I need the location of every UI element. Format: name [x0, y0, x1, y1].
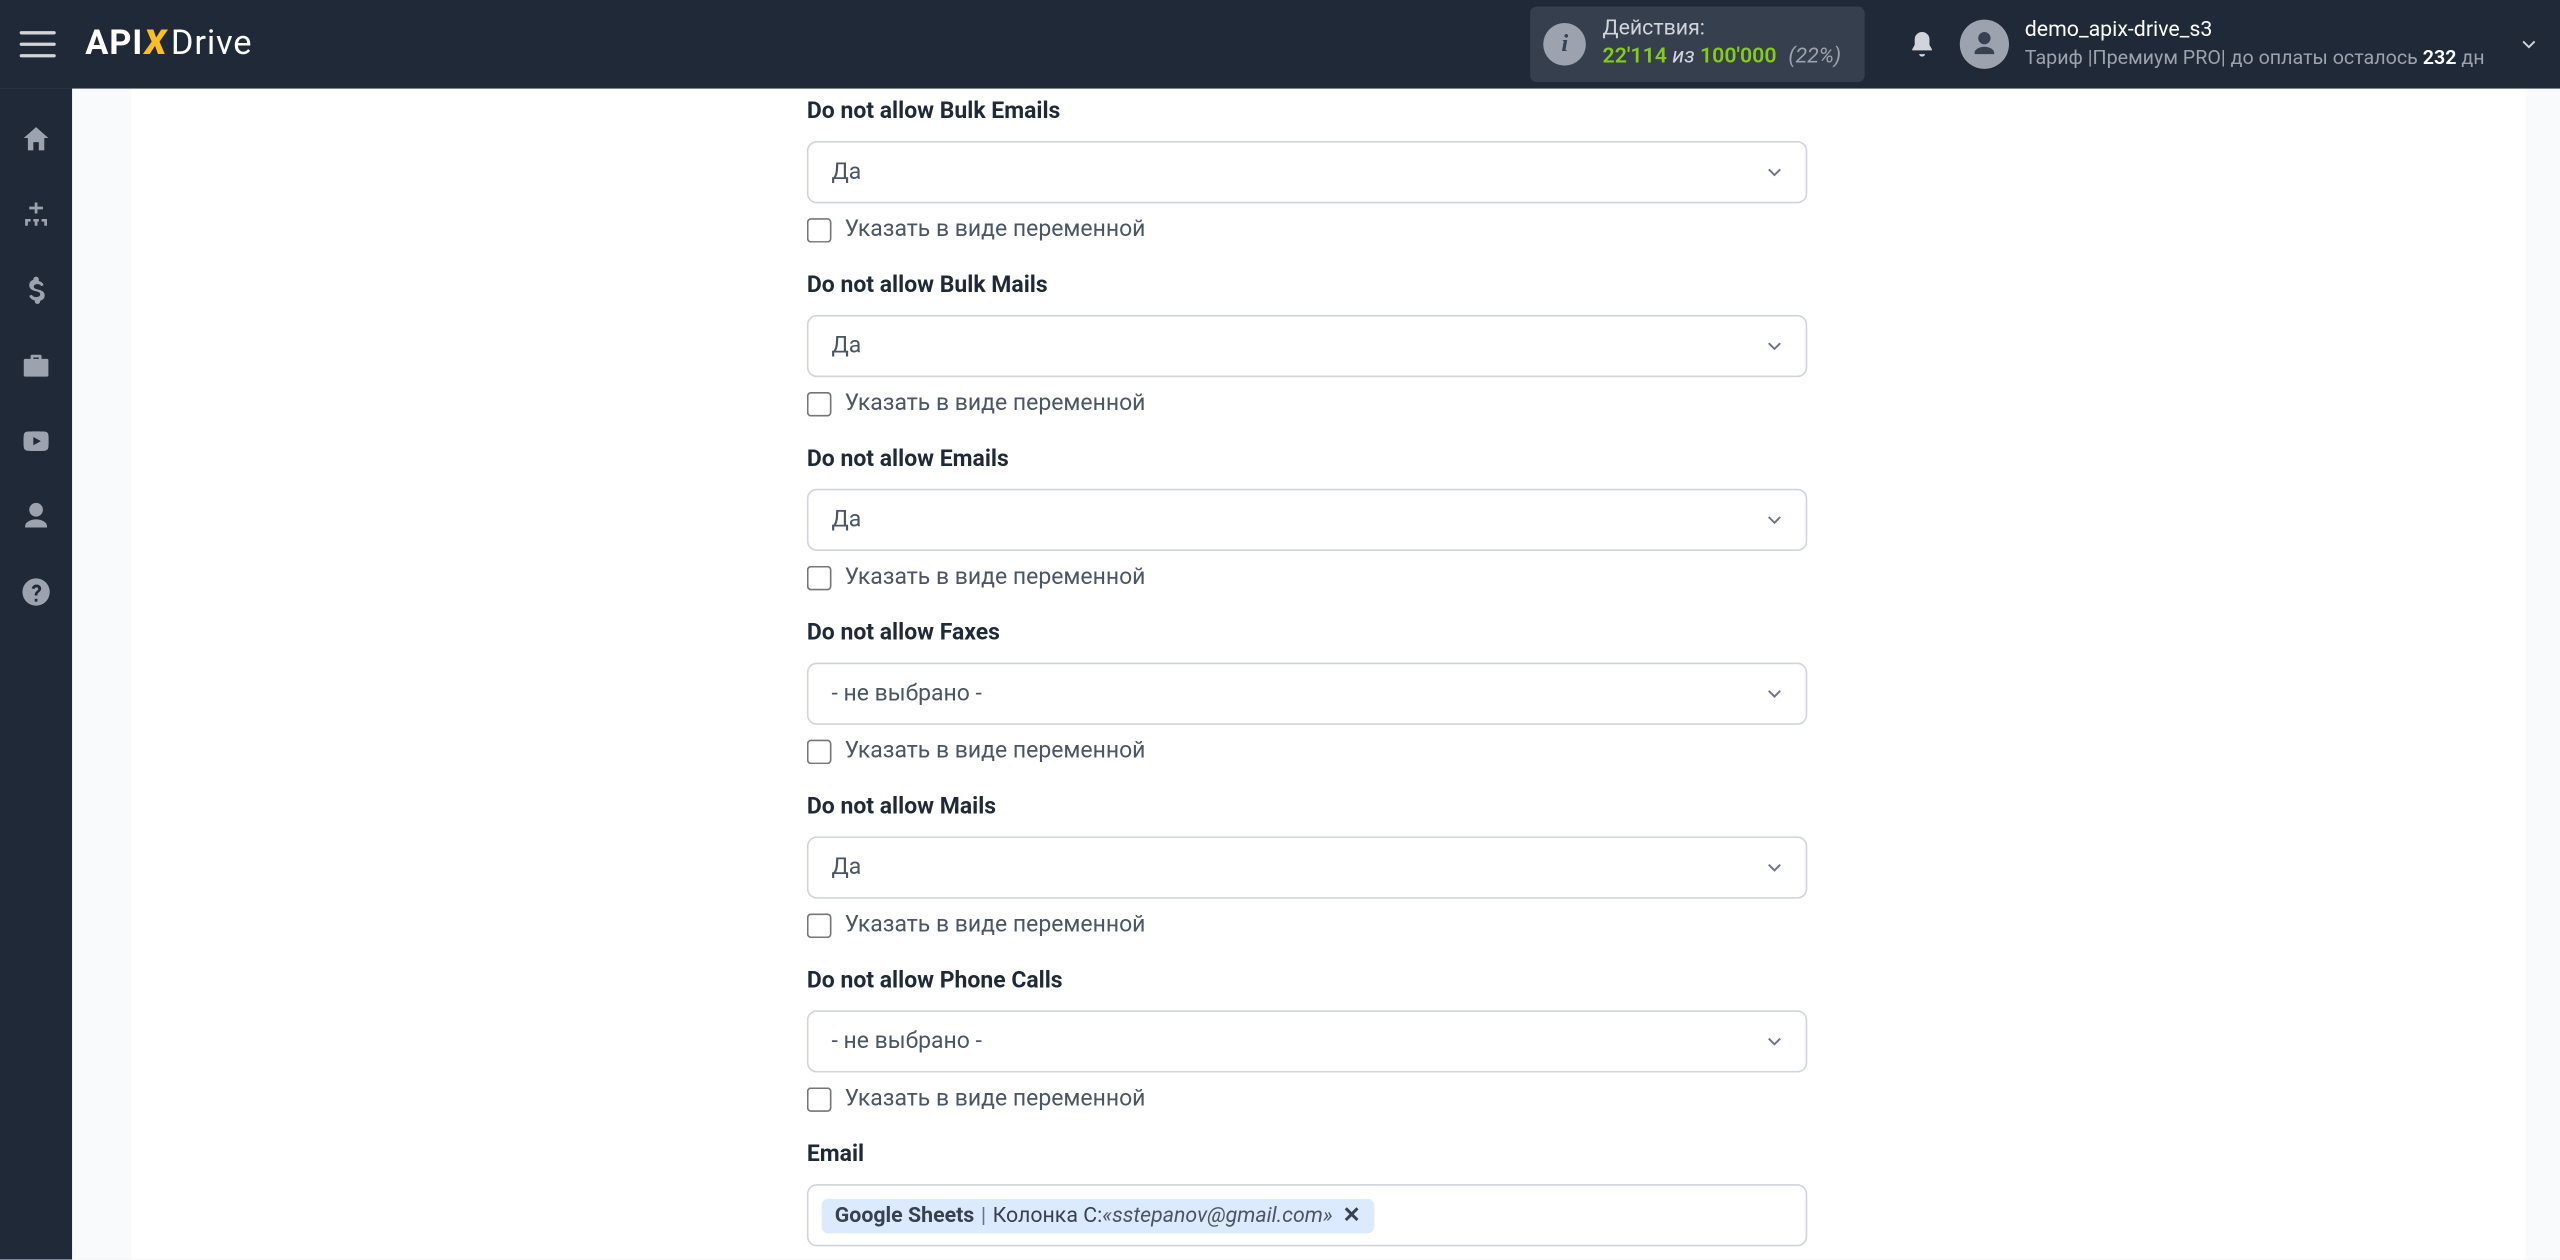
field-checkbox-row: Указать в виде переменной — [807, 1086, 1807, 1112]
field-label: Do not allow Emails — [807, 446, 1807, 472]
field-select[interactable]: Да — [807, 315, 1807, 377]
variable-checkbox[interactable] — [807, 913, 832, 938]
person-icon — [1969, 30, 1999, 60]
field-select[interactable]: - не выбрано - — [807, 663, 1807, 725]
actions-numbers: 22'114 из 100'000 (22%) — [1603, 44, 1842, 72]
user-account-block[interactable]: demo_apix-drive_s3 Тариф |Премиум PRO| д… — [2025, 18, 2485, 71]
field-select-value: Да — [831, 333, 861, 359]
field-checkbox-row: Указать в виде переменной — [807, 564, 1807, 590]
actions-usage-box[interactable]: i Действия: 22'114 из 100'000 (22%) — [1530, 7, 1864, 82]
sidebar-item-connections[interactable] — [18, 197, 54, 233]
variable-checkbox-label[interactable]: Указать в виде переменной — [845, 1086, 1146, 1112]
variable-checkbox[interactable] — [807, 217, 832, 242]
token-source: Google Sheets — [835, 1203, 975, 1228]
field-group: Do not allow Phone Calls - не выбрано - Ук… — [807, 968, 1807, 1112]
variable-checkbox-label[interactable]: Указать в виде переменной — [845, 564, 1146, 590]
field-select[interactable]: Да — [807, 836, 1807, 898]
field-select-value: Да — [831, 159, 861, 185]
logo[interactable]: API X Drive — [85, 25, 252, 64]
logo-text-drive: Drive — [171, 25, 252, 64]
sidebar-item-profile[interactable] — [18, 499, 54, 535]
variable-checkbox[interactable] — [807, 391, 832, 416]
variable-checkbox-label[interactable]: Указать в виде переменной — [845, 390, 1146, 416]
variable-checkbox-label[interactable]: Указать в виде переменной — [845, 216, 1146, 242]
sidebar-item-billing[interactable] — [18, 272, 54, 308]
field-select-value: - не выбрано - — [831, 681, 981, 707]
username-text: demo_apix-drive_s3 — [2025, 18, 2485, 46]
logo-x-icon: X — [142, 25, 170, 64]
field-select-value: - не выбрано - — [831, 1028, 981, 1054]
variable-checkbox[interactable] — [807, 1087, 832, 1112]
avatar[interactable] — [1959, 20, 2008, 69]
field-select-value: Да — [831, 507, 861, 533]
actions-label: Действия: — [1603, 17, 1842, 45]
sidebar-item-help[interactable] — [18, 574, 54, 610]
field-group: Do not allow Bulk Mails Да Указать в виде … — [807, 272, 1807, 416]
notifications-bell-icon[interactable] — [1907, 30, 1937, 60]
field-label: Do not allow Mails — [807, 794, 1807, 820]
field-select[interactable]: Да — [807, 489, 1807, 551]
field-checkbox-row: Указать в виде переменной — [807, 738, 1807, 764]
field-group: Do not allow Mails Да Указать в виде перем… — [807, 794, 1807, 938]
variable-checkbox[interactable] — [807, 565, 832, 590]
sidebar-item-home[interactable] — [18, 121, 54, 157]
top-header: API X Drive i Действия: 22'114 из 100'00… — [0, 0, 2560, 89]
field-checkbox-row: Указать в виде переменной — [807, 390, 1807, 416]
field-select[interactable]: Да — [807, 141, 1807, 203]
account-chevron-down-icon[interactable] — [2517, 33, 2540, 56]
sidebar-item-youtube[interactable] — [18, 423, 54, 459]
field-group: Do not allow Bulk Emails Да Указать в виде… — [807, 98, 1807, 242]
email-token[interactable]: Google Sheets|Колонка C: «sstepanov@gmai… — [822, 1198, 1374, 1232]
hamburger-menu-button[interactable] — [20, 31, 56, 57]
variable-checkbox[interactable] — [807, 739, 832, 764]
token-column: Колонка C: — [993, 1203, 1103, 1228]
field-label: Do not allow Bulk Emails — [807, 98, 1807, 124]
field-checkbox-row: Указать в виде переменной — [807, 912, 1807, 938]
field-group: Do not allow Emails Да Указать в виде пере… — [807, 446, 1807, 590]
token-remove-icon[interactable]: ✕ — [1343, 1203, 1361, 1228]
tariff-text: Тариф |Премиум PRO| до оплаты осталось 2… — [2025, 45, 2485, 71]
left-sidebar — [0, 89, 72, 1260]
field-label: Do not allow Bulk Mails — [807, 272, 1807, 298]
email-token-input[interactable]: Google Sheets|Колонка C: «sstepanov@gmai… — [807, 1184, 1807, 1246]
field-select[interactable]: - не выбрано - — [807, 1010, 1807, 1072]
field-select-value: Да — [831, 854, 861, 880]
variable-checkbox-label[interactable]: Указать в виде переменной — [845, 912, 1146, 938]
field-label: Do not allow Phone Calls — [807, 968, 1807, 994]
sidebar-item-briefcase[interactable] — [18, 348, 54, 384]
main-content: Do not allow Bulk Emails Да Указать в виде… — [72, 89, 2560, 1260]
field-checkbox-row: Указать в виде переменной — [807, 216, 1807, 242]
form-card: Do not allow Bulk Emails Да Указать в виде… — [131, 89, 2525, 1260]
field-label: Do not allow Faxes — [807, 620, 1807, 646]
info-icon: i — [1543, 23, 1586, 66]
variable-checkbox-label[interactable]: Указать в виде переменной — [845, 738, 1146, 764]
field-group: Do not allow Faxes - не выбрано - Указать … — [807, 620, 1807, 764]
logo-text-api: API — [85, 25, 143, 64]
token-value: «sstepanov@gmail.com» — [1102, 1203, 1332, 1228]
field-group-email: Email Google Sheets|Колонка C: «sstepanov… — [807, 1141, 1807, 1246]
field-label: Email — [807, 1141, 1807, 1167]
